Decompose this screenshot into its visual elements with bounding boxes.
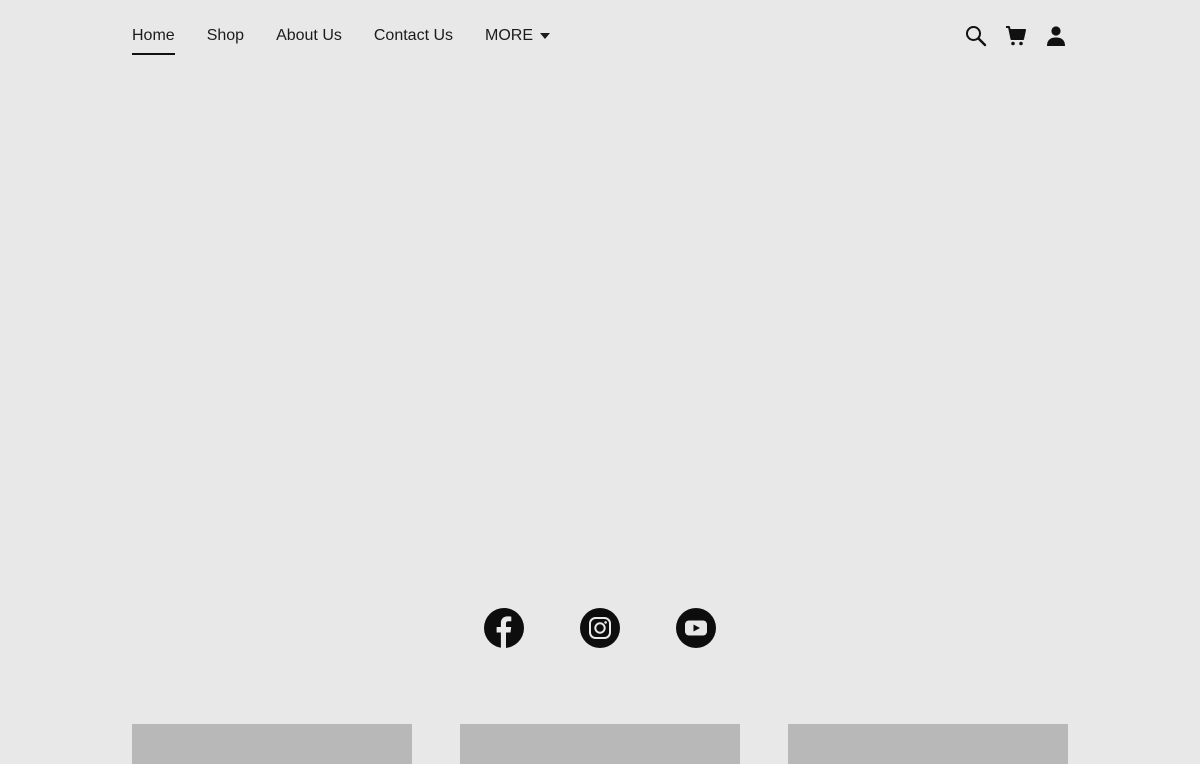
header-utilities [948, 24, 1068, 48]
main-navigation: Home Shop About Us Contact Us MORE [132, 0, 582, 72]
cart-icon[interactable] [1004, 24, 1028, 48]
content-cards [132, 724, 1068, 764]
search-icon[interactable] [964, 24, 988, 48]
nav-shop-link[interactable]: Shop [207, 0, 244, 45]
instagram-icon[interactable] [580, 608, 620, 648]
chevron-down-icon [540, 33, 551, 39]
content-card-placeholder [132, 724, 412, 764]
content-card-placeholder [460, 724, 740, 764]
account-icon[interactable] [1044, 24, 1068, 48]
facebook-icon[interactable] [484, 608, 524, 648]
nav-contact-us-link[interactable]: Contact Us [374, 0, 453, 45]
nav-about-us-link[interactable]: About Us [276, 0, 342, 45]
content-card-placeholder [788, 724, 1068, 764]
youtube-icon[interactable] [676, 608, 716, 648]
social-links [484, 608, 716, 648]
nav-more-label: MORE [485, 27, 534, 44]
nav-more-dropdown[interactable]: MORE [485, 0, 551, 45]
nav-home-link[interactable]: Home [132, 0, 175, 55]
